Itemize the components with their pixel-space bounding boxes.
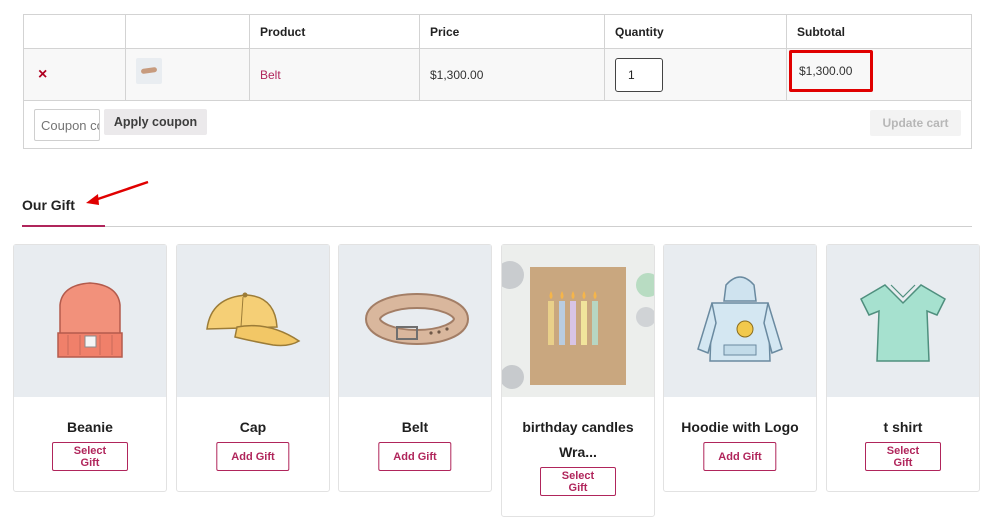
gift-divider — [22, 226, 972, 227]
gift-box-icon[interactable] — [496, 245, 660, 397]
gift-name: Hoodie with Logo — [681, 419, 799, 435]
product-link[interactable]: Belt — [260, 68, 281, 82]
gift-name: birthday candles Wra... — [522, 419, 634, 460]
red-arrow-icon — [86, 180, 149, 205]
cart-actions-row: Apply coupon Update cart — [24, 101, 971, 148]
add-gift-button[interactable]: Add Gift — [703, 442, 777, 471]
gift-card-beanie: Beanie Select Gift — [13, 244, 167, 492]
header-quantity: Quantity — [605, 15, 787, 48]
quantity-cell — [605, 49, 787, 100]
cart-header-row: Product Price Quantity Subtotal — [24, 15, 971, 49]
header-remove — [24, 15, 126, 48]
select-gift-button[interactable]: Select Gift — [540, 467, 616, 496]
quantity-input[interactable] — [615, 57, 663, 92]
header-thumbnail — [126, 15, 250, 48]
remove-cell: × — [24, 49, 126, 100]
header-subtotal: Subtotal — [797, 25, 845, 39]
header-price: Price — [420, 15, 605, 48]
subtotal-cell: $1,300.00 — [787, 49, 971, 100]
remove-item-icon[interactable]: × — [38, 66, 47, 84]
add-gift-button[interactable]: Add Gift — [378, 442, 452, 471]
gift-name: Cap — [239, 419, 267, 435]
gift-card-hoodie: Hoodie with Logo Add Gift — [663, 244, 817, 492]
coupon-input[interactable] — [34, 109, 100, 141]
gift-section-title: Our Gift — [22, 197, 75, 213]
apply-coupon-button[interactable]: Apply coupon — [104, 109, 207, 135]
tshirt-icon[interactable] — [827, 245, 979, 397]
gift-card-tshirt: t shirt Select Gift — [826, 244, 980, 492]
belt-icon[interactable] — [339, 245, 491, 397]
add-gift-button[interactable]: Add Gift — [216, 442, 290, 471]
cart-item-row: × Belt $1,300.00 $1,300.00 — [24, 49, 971, 101]
gift-card-belt: Belt Add Gift — [338, 244, 492, 492]
gift-title-underline — [22, 225, 105, 227]
gift-card-birthday-candles: birthday candles Wra... Select Gift — [496, 244, 660, 517]
gift-name: Belt — [401, 419, 429, 435]
cart-table: Product Price Quantity Subtotal × Belt $… — [23, 14, 972, 149]
thumbnail-cell — [126, 49, 250, 100]
gift-name: t shirt — [883, 419, 923, 435]
select-gift-button[interactable]: Select Gift — [865, 442, 941, 471]
header-product: Product — [250, 15, 420, 48]
hoodie-icon[interactable] — [664, 245, 816, 397]
gift-name: Beanie — [67, 419, 113, 435]
update-cart-button[interactable]: Update cart — [870, 110, 961, 136]
belt-thumbnail[interactable] — [136, 57, 162, 84]
gift-card-cap: Cap Add Gift — [176, 244, 330, 492]
subtotal-value: $1,300.00 — [789, 50, 873, 92]
cap-icon[interactable] — [177, 245, 329, 397]
beanie-icon[interactable] — [14, 245, 166, 397]
product-cell: Belt — [250, 49, 420, 100]
select-gift-button[interactable]: Select Gift — [52, 442, 128, 471]
price-cell: $1,300.00 — [420, 49, 605, 100]
